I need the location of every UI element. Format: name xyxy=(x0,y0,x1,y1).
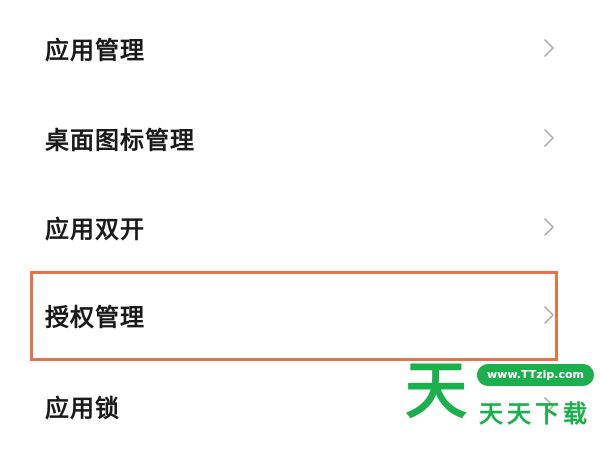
menu-item-permission-management[interactable]: 授权管理 xyxy=(0,285,600,345)
menu-item-label: 桌面图标管理 xyxy=(45,126,195,155)
watermark-big-char: 天 xyxy=(405,354,468,427)
chevron-right-icon xyxy=(544,129,554,147)
menu-item-desktop-icon-management[interactable]: 桌面图标管理 xyxy=(0,108,600,168)
watermark-logo: 天 www.TTzip.com 天天下载 xyxy=(405,354,594,428)
chevron-right-icon xyxy=(544,39,554,57)
watermark-text: 天天下载 xyxy=(479,400,591,428)
menu-item-label: 应用双开 xyxy=(45,215,145,244)
chevron-right-icon xyxy=(544,218,554,236)
menu-item-label: 授权管理 xyxy=(45,303,145,332)
menu-item-app-management[interactable]: 应用管理 xyxy=(0,18,600,78)
watermark-url-badge: www.TTzip.com xyxy=(477,364,594,386)
menu-item-label: 应用锁 xyxy=(45,394,120,423)
menu-item-dual-apps[interactable]: 应用双开 xyxy=(0,197,600,257)
menu-item-label: 应用管理 xyxy=(45,36,145,65)
settings-page: 应用管理 桌面图标管理 应用双开 授权管理 应用锁 天 www.TTzip.co… xyxy=(0,0,600,450)
chevron-right-icon xyxy=(544,306,554,324)
